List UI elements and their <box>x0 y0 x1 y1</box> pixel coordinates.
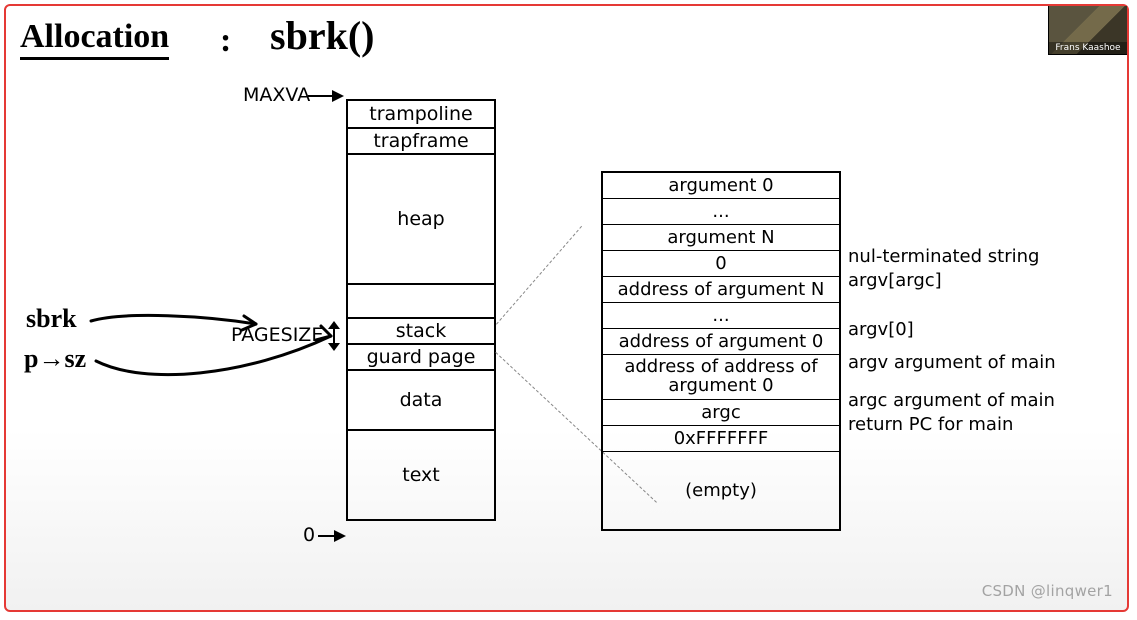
hand-title: Allocation <box>20 20 169 54</box>
note-argv: argv argument of main <box>848 352 1056 373</box>
note-argc: argc argument of main <box>848 390 1055 411</box>
stack-detail-box: argument 0 ... argument N 0 address of a… <box>601 171 841 531</box>
note-nul: nul-terminated string <box>848 246 1039 267</box>
pagesize-double-arrow <box>328 321 340 351</box>
hand-sbrk-note: sbrk <box>26 306 77 332</box>
hand-sbrk-big: sbrk() <box>270 16 374 56</box>
watermark: CSDN @linqwer1 <box>982 582 1113 600</box>
arrow-zero-head <box>334 530 346 542</box>
mem-guard: guard page <box>348 343 494 369</box>
stack-row-addraddr: address of address ofargument 0 <box>603 354 839 399</box>
note-argv0: argv[0] <box>848 319 914 340</box>
stack-row-arg0: argument 0 <box>603 173 839 198</box>
arrow-maxva-line <box>308 95 334 97</box>
arrow-maxva-head <box>332 90 344 102</box>
hand-psz-note: p→sz <box>24 346 86 372</box>
stack-row-retpc: 0xFFFFFFF <box>603 425 839 451</box>
slide-frame: Frans Kaashoe Allocation : sbrk() sbrk p… <box>4 4 1129 612</box>
mem-heap: heap <box>348 153 494 283</box>
mem-gap <box>348 283 494 317</box>
mem-trapframe: trapframe <box>348 127 494 153</box>
note-retpc: return PC for main <box>848 414 1013 435</box>
stack-row-addr0: address of argument 0 <box>603 328 839 354</box>
mem-trampoline: trampoline <box>348 101 494 127</box>
speaker-name: Frans Kaashoe <box>1049 42 1127 54</box>
memory-column: trampoline trapframe heap stack guard pa… <box>346 99 496 521</box>
label-pagesize: PAGESIZE <box>231 324 323 346</box>
stack-row-addrN: address of argument N <box>603 276 839 302</box>
label-zero: 0 <box>303 524 315 546</box>
hand-arrow-sbrk <box>86 306 346 396</box>
note-argvN: argv[argc] <box>848 270 942 291</box>
speaker-thumbnail: Frans Kaashoe <box>1048 6 1127 55</box>
stack-row-argc: argc <box>603 399 839 425</box>
mem-data: data <box>348 369 494 429</box>
mem-text: text <box>348 429 494 519</box>
stack-row-argN: argument N <box>603 224 839 250</box>
stack-row-dots2: ... <box>603 302 839 328</box>
stack-row-dots1: ... <box>603 198 839 224</box>
hand-colon: : <box>220 24 231 58</box>
stack-row-zero: 0 <box>603 250 839 276</box>
dash-top <box>496 226 582 325</box>
mem-stack: stack <box>348 317 494 343</box>
stack-row-empty: (empty) <box>603 451 839 529</box>
label-maxva: MAXVA <box>243 84 310 106</box>
